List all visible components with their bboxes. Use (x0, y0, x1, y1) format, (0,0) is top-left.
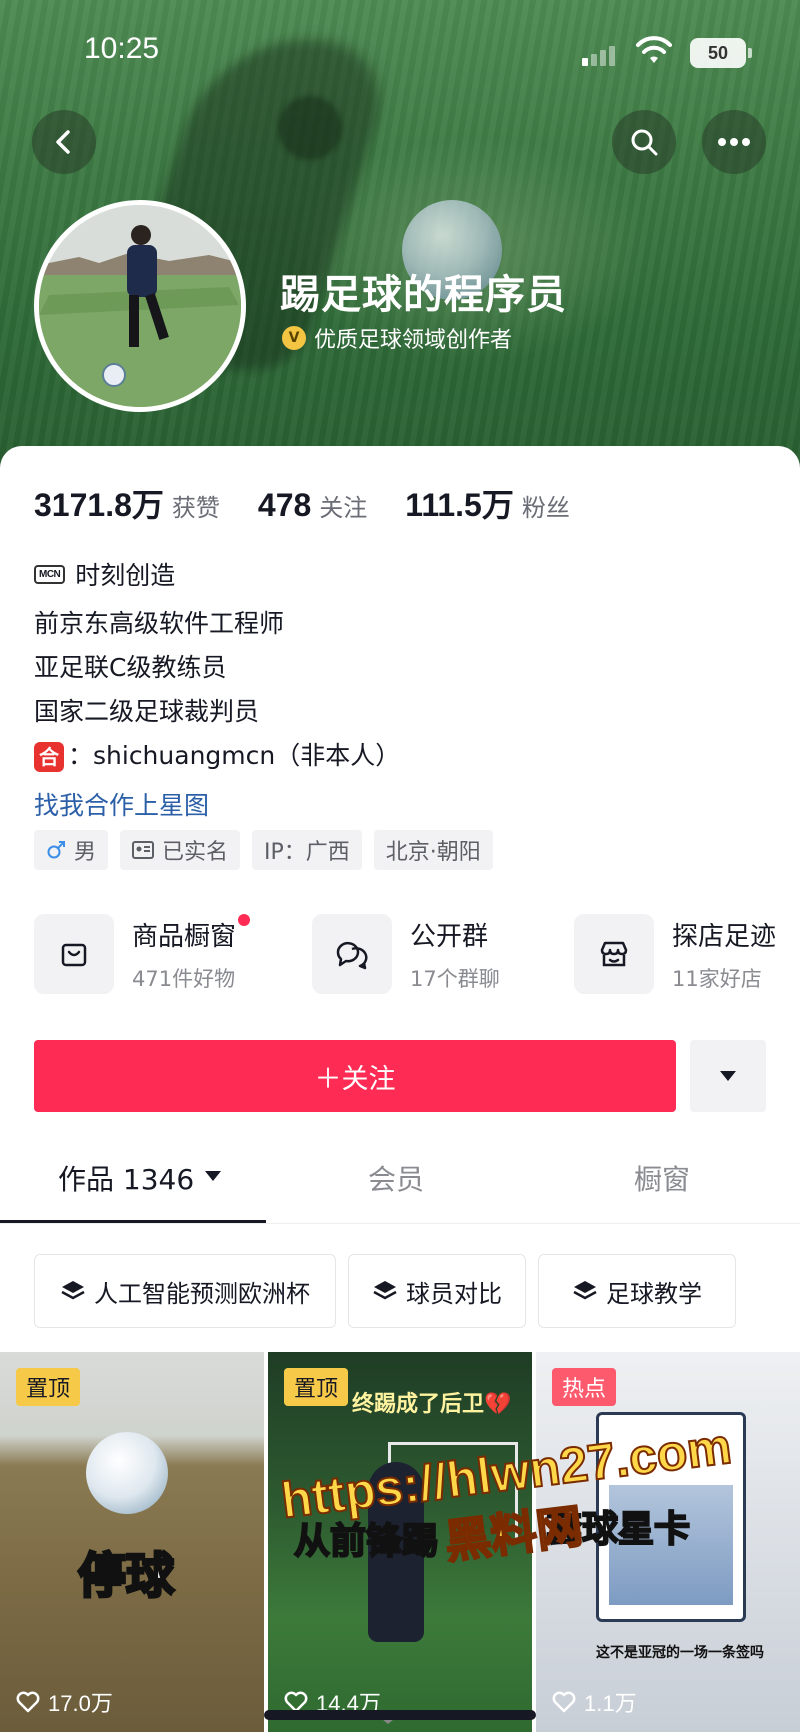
signal-icon (582, 44, 618, 66)
shop-bag-icon (61, 943, 87, 967)
cooperation-text: ：shichuangmcn（非本人） (68, 741, 401, 770)
feature-subtitle: 471件好物 (132, 966, 236, 991)
likes-count[interactable]: 3171.8万 (34, 480, 164, 526)
avatar-photo (39, 205, 241, 407)
feature-subtitle: 11家好店 (672, 966, 762, 991)
layers-icon (61, 1281, 85, 1300)
verified-label: V 优质足球领域创作者 (282, 322, 512, 354)
video-likes: 17.0万 (16, 1686, 113, 1718)
feature-subtitle: 17个群聊 (410, 966, 500, 991)
following-label: 关注 (319, 494, 368, 522)
video-caption: 这不是亚冠的一场一条签吗 (596, 1645, 764, 1661)
tag-gender: 男 (34, 830, 109, 870)
bio-line: 亚足联C级教练员 (34, 653, 227, 682)
star-map-link[interactable]: 找我合作上星图 (34, 786, 209, 822)
verified-text: 优质足球领域创作者 (314, 328, 513, 353)
verified-badge-icon: V (282, 326, 306, 350)
caret-down-icon (720, 1071, 736, 1081)
active-tab-indicator (0, 1220, 266, 1223)
collection-chip[interactable]: 人工智能预测欧洲杯 (34, 1254, 336, 1328)
id-card-icon (132, 841, 155, 859)
collection-chip[interactable]: 足球教学 (538, 1254, 736, 1328)
tab-shop-window[interactable]: 橱窗 (634, 1158, 690, 1224)
heart-icon (16, 1691, 40, 1713)
wifi-icon (636, 36, 672, 63)
more-actions-button[interactable] (690, 1040, 766, 1112)
back-button[interactable] (32, 110, 96, 174)
profile-banner: 10:25 50 踢足球的程序员 V 优质足球领域创作者 (0, 0, 800, 470)
tag-ip: IP：广西 (252, 830, 362, 870)
profile-tags: 男 已实名 IP：广西 北京·朝阳 (34, 830, 505, 870)
layers-icon (373, 1281, 397, 1300)
feature-shop-window[interactable]: 商品橱窗 471件好物 (34, 913, 251, 994)
group-chat-icon (336, 941, 368, 970)
collection-chip[interactable]: 球员对比 (348, 1254, 526, 1328)
notification-dot (238, 913, 251, 926)
tab-works[interactable]: 作品 1346 (58, 1158, 222, 1224)
search-button[interactable] (612, 110, 676, 174)
feature-public-group[interactable]: 公开群 17个群聊 (312, 914, 500, 994)
follow-button[interactable]: ＋关注 (34, 1040, 676, 1112)
profile-stats: 3171.8万 获赞 478 关注 111.5万 粉丝 (34, 480, 608, 526)
pinned-badge: 置顶 (16, 1368, 81, 1406)
bio-line: 国家二级足球裁判员 (34, 697, 260, 726)
feature-title: 商品橱窗 (132, 913, 251, 953)
feature-title: 探店足迹 (672, 921, 777, 952)
tag-verified-id: 已实名 (120, 830, 241, 870)
tab-membership[interactable]: 会员 (368, 1158, 424, 1224)
video-overlay-text: 停球 (76, 1547, 175, 1606)
likes-label: 获赞 (171, 494, 220, 522)
bio-line: 前京东高级软件工程师 (34, 609, 285, 638)
tag-verified-text: 已实名 (162, 840, 229, 865)
avatar[interactable] (34, 200, 246, 412)
followers-label: 粉丝 (521, 494, 570, 522)
hot-badge: 热点 (552, 1368, 617, 1406)
feature-store-visits[interactable]: 探店足迹 11家好店 (574, 914, 776, 994)
tag-gender-text: 男 (74, 840, 97, 865)
content-tabs: 作品 1346 会员 橱窗 (0, 1158, 800, 1224)
chevron-left-icon (56, 130, 70, 154)
caret-down-icon (205, 1171, 222, 1181)
layers-icon (573, 1281, 597, 1300)
feature-icon-box (34, 914, 114, 994)
tag-location: 北京·朝阳 (373, 830, 493, 870)
soccer-ball-image (86, 1432, 168, 1514)
home-indicator (264, 1710, 536, 1720)
feature-icon-box (574, 914, 654, 994)
battery-icon: 50 (690, 38, 752, 68)
followers-count[interactable]: 111.5万 (405, 480, 514, 526)
collections-row: 人工智能预测欧洲杯 球员对比 足球教学 (34, 1254, 748, 1328)
more-dots-icon (718, 138, 750, 146)
mcn-row[interactable]: MCN 时刻创造 (34, 556, 175, 592)
banner-ball-shadow (278, 96, 342, 160)
pinned-badge: 置顶 (284, 1368, 349, 1406)
male-icon (47, 841, 65, 859)
mcn-name: 时刻创造 (75, 561, 176, 590)
status-bar: 10:25 50 (0, 0, 800, 100)
search-icon (631, 129, 658, 156)
status-time: 10:25 (84, 32, 160, 65)
video-caption: 终踢成了后卫💔 (352, 1392, 512, 1417)
more-button[interactable] (702, 110, 766, 174)
cooperation-line: 合：shichuangmcn（非本人） (34, 736, 400, 772)
heart-icon (552, 1691, 576, 1713)
feature-icon-box (312, 914, 392, 994)
profile-name: 踢足球的程序员 (280, 272, 567, 318)
mcn-icon: MCN (34, 564, 66, 584)
feature-row: 商品橱窗 471件好物 公开群 17个群聊 探店足迹 11家好店 (34, 913, 800, 998)
feature-title: 公开群 (410, 921, 489, 952)
following-count[interactable]: 478 (258, 487, 311, 524)
cooperation-icon: 合 (34, 742, 64, 772)
video-likes: 1.1万 (552, 1686, 637, 1718)
store-icon (600, 941, 628, 967)
